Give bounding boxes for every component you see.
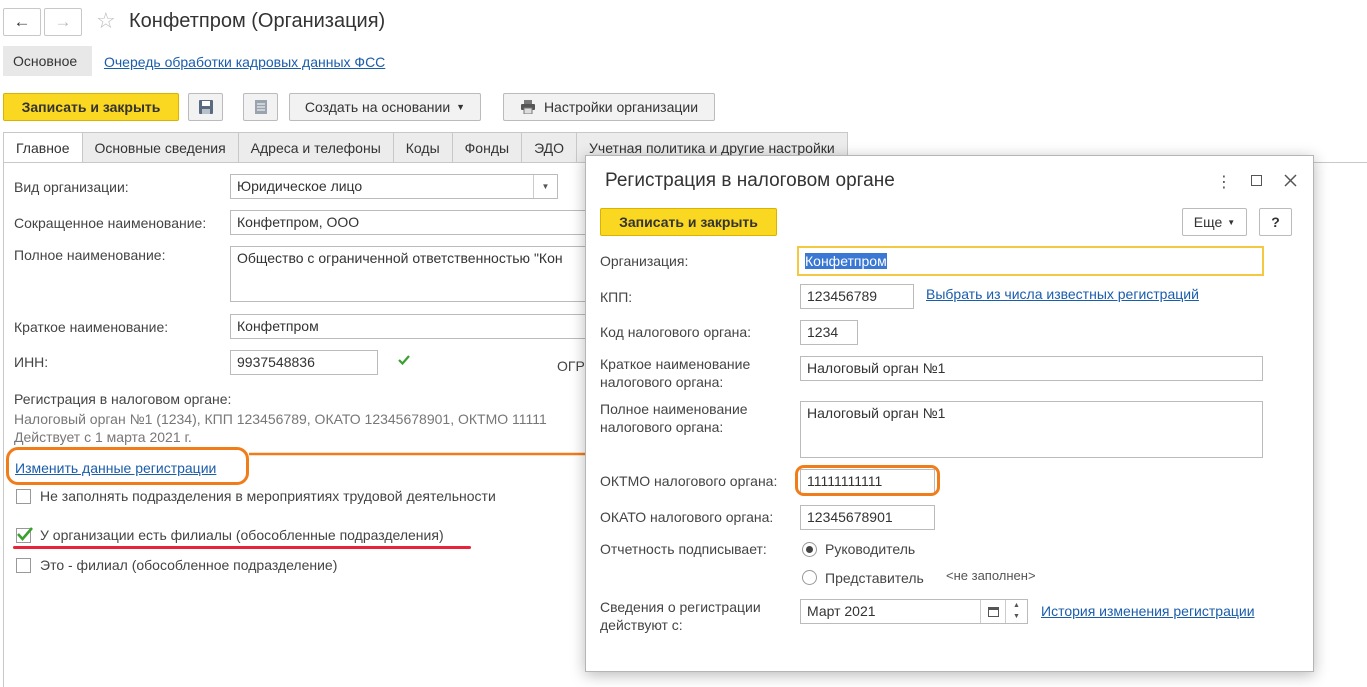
full-tax-name-label-2: налогового органа:	[600, 419, 724, 435]
okato-input[interactable]: 12345678901	[800, 505, 935, 530]
more-vert-icon[interactable]: ⋮	[1216, 172, 1232, 192]
tax-code-label: Код налогового органа:	[600, 324, 752, 340]
dropdown-arrow-icon: ▼	[1227, 217, 1236, 227]
valid-from-label-1: Сведения о регистрации	[600, 599, 761, 615]
signer-rep-radio[interactable]	[802, 570, 817, 585]
brief-tax-name-label-1: Краткое наименование	[600, 356, 751, 372]
org-label: Организация:	[600, 253, 689, 269]
brief-tax-name-input[interactable]: Налоговый орган №1	[800, 356, 1263, 381]
signer-rep-value: <не заполнен>	[946, 568, 1036, 583]
signer-head-label: Руководитель	[825, 541, 916, 557]
tax-registration-dialog: Регистрация в налоговом органе ⋮ Записат…	[585, 155, 1314, 672]
full-tax-name-label-1: Полное наименование	[600, 401, 748, 417]
spin-arrows-icon[interactable]: ▲ ▼	[1005, 600, 1027, 623]
valid-from-label-2: действуют с:	[600, 617, 683, 633]
close-icon[interactable]	[1284, 174, 1297, 187]
known-registrations-link[interactable]: Выбрать из числа известных регистраций	[926, 286, 1199, 302]
valid-from-value: Март 2021	[807, 603, 876, 619]
signer-label: Отчетность подписывает:	[600, 541, 767, 557]
valid-from-input[interactable]: Март 2021 ▲ ▼	[800, 599, 1028, 624]
kpp-label: КПП:	[600, 289, 633, 305]
full-tax-name-input[interactable]: Налоговый орган №1	[800, 401, 1263, 458]
organization-input[interactable]: Конфетпром	[797, 246, 1264, 276]
dialog-save-close-button[interactable]: Записать и закрыть	[600, 208, 777, 236]
oktmo-label: ОКТМО налогового органа:	[600, 473, 778, 489]
registration-history-link[interactable]: История изменения регистрации	[1041, 603, 1255, 619]
more-button[interactable]: Еще ▼	[1182, 208, 1247, 236]
kpp-input[interactable]: 123456789	[800, 284, 914, 309]
signer-rep-label: Представитель	[825, 570, 924, 586]
organization-value: Конфетпром	[805, 253, 887, 269]
annotation-highlight-oktmo	[795, 465, 940, 496]
more-label: Еще	[1193, 214, 1223, 230]
calendar-icon[interactable]	[980, 600, 1005, 623]
okato-label: ОКАТО налогового органа:	[600, 509, 774, 525]
brief-tax-name-label-2: налогового органа:	[600, 374, 724, 390]
maximize-icon[interactable]	[1251, 175, 1262, 186]
signer-head-radio[interactable]	[802, 542, 817, 557]
help-button[interactable]: ?	[1259, 208, 1292, 236]
dialog-title: Регистрация в налоговом органе	[605, 170, 895, 191]
tax-code-input[interactable]: 1234	[800, 320, 858, 345]
